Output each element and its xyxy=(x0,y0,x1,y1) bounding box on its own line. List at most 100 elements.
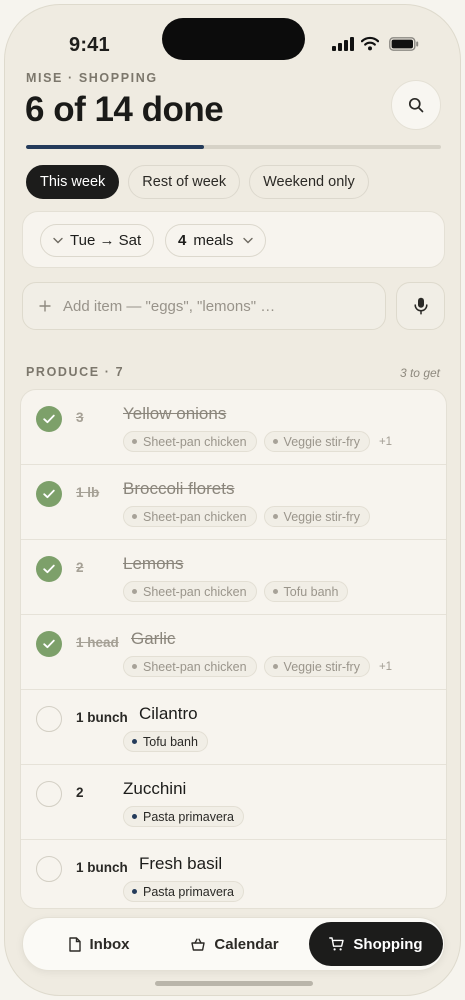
tab-label: Inbox xyxy=(89,935,130,953)
search-button[interactable] xyxy=(391,80,441,130)
dynamic-island xyxy=(162,18,305,60)
item-quantity: 1 bunch xyxy=(76,710,128,725)
item-checkbox[interactable] xyxy=(36,481,62,507)
meal-tag-label: Pasta primavera xyxy=(143,809,235,824)
list-item[interactable]: 1 lb Broccoli florets Sheet-pan chicken Veg… xyxy=(21,465,446,540)
basket-icon xyxy=(191,938,206,951)
more-tags-count[interactable]: +1 xyxy=(379,436,392,448)
battery-icon xyxy=(389,37,419,51)
item-quantity: 2 xyxy=(76,560,84,575)
meal-tag-label: Pasta primavera xyxy=(143,884,235,899)
meal-tag[interactable]: Veggie stir-fry xyxy=(263,431,370,452)
meal-tag[interactable]: Tofu banh xyxy=(263,581,349,602)
item-meal-tags: Pasta primavera xyxy=(123,881,245,902)
tag-dot-icon xyxy=(132,664,137,669)
chevron-down-icon xyxy=(53,237,63,244)
meal-tag-label: Veggie stir-fry xyxy=(283,509,360,524)
meal-tag[interactable]: Sheet-pan chicken xyxy=(123,506,257,527)
meal-range-card: Tue → Sat 4 meals xyxy=(22,211,445,268)
progress-bar xyxy=(26,145,441,149)
item-name: Fresh basil xyxy=(139,854,223,873)
filter-chip-rest-of-week[interactable]: Rest of week xyxy=(128,165,241,199)
app-eyebrow: MISE · SHOPPING xyxy=(26,71,158,85)
tag-dot-icon xyxy=(132,514,137,519)
date-range-dropdown[interactable]: Tue → Sat xyxy=(40,224,155,257)
filter-chips: This week Rest of week Weekend only xyxy=(26,165,369,199)
list-item[interactable]: 3 Yellow onions Sheet-pan chicken Veggie st… xyxy=(21,390,446,465)
add-item-input[interactable] xyxy=(63,297,343,315)
meal-tag-label: Veggie stir-fry xyxy=(283,659,360,674)
meal-tag-label: Tofu banh xyxy=(283,584,339,599)
tag-dot-icon xyxy=(132,889,137,894)
meal-tag[interactable]: Sheet-pan chicken xyxy=(123,656,257,677)
meal-count-dropdown[interactable]: 4 meals xyxy=(165,224,267,257)
tab-label: Calendar xyxy=(214,935,279,953)
meal-tag[interactable]: Pasta primavera xyxy=(123,806,245,827)
item-quantity: 1 head xyxy=(76,635,119,650)
meal-tag-label: Veggie stir-fry xyxy=(283,434,360,449)
meal-count-label: meals xyxy=(193,232,234,249)
meal-tag[interactable]: Pasta primavera xyxy=(123,881,245,902)
add-item-field[interactable] xyxy=(22,282,386,330)
meal-tag-label: Sheet-pan chicken xyxy=(143,434,247,449)
cellular-signal-icon xyxy=(332,37,354,51)
item-meal-tags: Sheet-pan chicken Veggie stir-fry xyxy=(123,506,370,527)
tag-dot-icon xyxy=(132,739,137,744)
item-meal-tags: Sheet-pan chicken Veggie stir-fry +1 xyxy=(123,431,392,452)
checkmark-icon xyxy=(43,414,55,424)
item-checkbox[interactable] xyxy=(36,631,62,657)
microphone-icon xyxy=(413,297,428,315)
list-item[interactable]: 1 bunch Fresh basil Pasta primavera xyxy=(21,840,446,908)
item-name: Cilantro xyxy=(139,704,198,723)
item-checkbox[interactable] xyxy=(36,406,62,432)
more-tags-count[interactable]: +1 xyxy=(379,661,392,673)
item-checkbox[interactable] xyxy=(36,706,62,732)
filter-chip-this-week[interactable]: This week xyxy=(26,165,120,199)
phone-screen: 9:41 MISE · SHOPPING 6 of 14 done This w… xyxy=(4,4,461,996)
progress-fill xyxy=(26,145,205,149)
list-item[interactable]: 1 bunch Cilantro Tofu banh xyxy=(21,690,446,765)
item-quantity: 1 bunch xyxy=(76,860,128,875)
item-meal-tags: Sheet-pan chicken Veggie stir-fry +1 xyxy=(123,656,392,677)
voice-input-button[interactable] xyxy=(396,282,445,330)
item-checkbox[interactable] xyxy=(36,781,62,807)
status-time: 9:41 xyxy=(69,34,110,56)
meal-tag[interactable]: Tofu banh xyxy=(123,731,208,752)
tab-inbox[interactable]: Inbox xyxy=(31,922,167,966)
meal-tag-label: Sheet-pan chicken xyxy=(143,584,247,599)
status-bar: 9:41 xyxy=(5,5,460,67)
meal-count-value: 4 xyxy=(178,232,187,249)
document-icon xyxy=(68,936,81,952)
item-quantity: 3 xyxy=(76,410,84,425)
tab-shopping[interactable]: Shopping xyxy=(309,922,443,966)
tag-dot-icon xyxy=(132,439,137,444)
tag-dot-icon xyxy=(272,664,278,669)
tag-dot-icon xyxy=(132,814,137,819)
list-item[interactable]: 2 Lemons Sheet-pan chicken Tofu banh xyxy=(21,540,446,615)
meal-tag[interactable]: Veggie stir-fry xyxy=(263,656,370,677)
item-checkbox[interactable] xyxy=(36,556,62,582)
tag-dot-icon xyxy=(132,589,137,594)
meal-tag[interactable]: Sheet-pan chicken xyxy=(123,581,257,602)
chevron-down-icon xyxy=(243,237,254,244)
list-item[interactable]: 1 head Garlic Sheet-pan chicken Veggie stir… xyxy=(21,615,446,690)
item-checkbox[interactable] xyxy=(36,856,62,882)
home-indicator xyxy=(155,981,313,986)
date-range-label: Tue → Sat xyxy=(70,232,142,249)
item-quantity: 2 xyxy=(76,785,84,800)
search-icon xyxy=(408,97,424,113)
item-meal-tags: Sheet-pan chicken Tofu banh xyxy=(123,581,349,602)
item-name: Lemons xyxy=(123,554,184,573)
plus-icon xyxy=(39,300,51,312)
tab-calendar[interactable]: Calendar xyxy=(171,922,299,966)
tag-dot-icon xyxy=(272,514,278,519)
section-remaining: 3 to get xyxy=(399,366,440,380)
meal-tag-label: Tofu banh xyxy=(143,734,198,749)
meal-tag[interactable]: Veggie stir-fry xyxy=(263,506,370,527)
meal-tag-label: Sheet-pan chicken xyxy=(143,659,247,674)
filter-chip-weekend-only[interactable]: Weekend only xyxy=(249,165,369,199)
shopping-list: 3 Yellow onions Sheet-pan chicken Veggie st… xyxy=(20,389,447,909)
checkmark-icon xyxy=(43,489,55,499)
list-item[interactable]: 2 Zucchini Pasta primavera xyxy=(21,765,446,840)
meal-tag[interactable]: Sheet-pan chicken xyxy=(123,431,257,452)
